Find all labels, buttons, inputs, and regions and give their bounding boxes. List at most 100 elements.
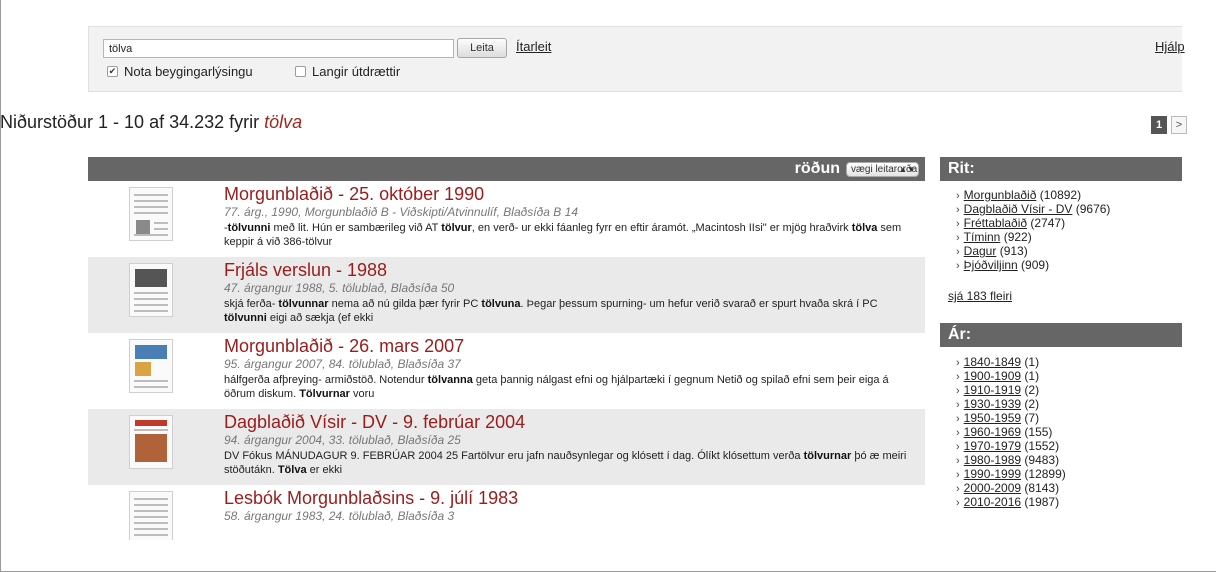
option-inflection[interactable]: ✔ Nota beygingarlýsingu	[107, 64, 253, 79]
facet-link[interactable]: Fréttablaðið	[964, 216, 1027, 230]
facet-count: (2)	[1024, 397, 1040, 411]
results-count: Niðurstöður 1 - 10 af 34.232 fyrir tölva	[0, 112, 302, 133]
snippet-highlight: Tölva	[277, 464, 307, 476]
facet-item: › Tíminn (922)	[956, 231, 1182, 245]
snippet-highlight: tölvunni	[224, 312, 267, 324]
facet-link[interactable]: 1990-1999	[964, 467, 1021, 481]
result-snippet: skjá ferða- tölvunnar nema að nú gilda þ…	[224, 297, 914, 325]
result-title[interactable]: Morgunblaðið - 25. október 1990	[224, 184, 484, 205]
results-list: Morgunblaðið - 25. október 1990 77. árg.…	[88, 181, 925, 540]
chevron-right-icon: ›	[956, 371, 960, 383]
facet-item: › 1980-1989 (9483)	[956, 454, 1182, 468]
help-link[interactable]: Hjálp	[1155, 39, 1185, 54]
facet-count: (1)	[1024, 355, 1040, 369]
chevron-right-icon: ›	[956, 497, 960, 509]
snippet-highlight: tölvunnar	[278, 298, 329, 310]
facet-item: › 1970-1979 (1552)	[956, 440, 1182, 454]
facet-link[interactable]: Dagblaðið Vísir - DV	[964, 202, 1073, 216]
facet-link[interactable]: Morgunblaðið	[964, 188, 1037, 202]
long-excerpts-checkbox[interactable]	[295, 66, 306, 77]
result-row: Frjáls verslun - 1988 47. árgangur 1988,…	[88, 257, 925, 333]
facet-list-publications: › Morgunblaðið (10892) › Dagblaðið Vísir - …	[940, 181, 1182, 273]
chevron-right-icon: ›	[956, 232, 960, 244]
show-more-link[interactable]: sjá 183 fleiri	[940, 273, 1182, 303]
facet-item: › 1960-1969 (155)	[956, 426, 1182, 440]
search-input[interactable]	[103, 39, 454, 58]
page-current[interactable]: 1	[1151, 116, 1167, 134]
sort-select[interactable]: vægi leitarorða ▲▼	[846, 162, 919, 177]
result-row: Morgunblaðið - 25. október 1990 77. árg.…	[88, 181, 925, 257]
facet-link[interactable]: Tíminn	[964, 230, 1001, 244]
result-snippet: hálfgerða afþreying- armiðstöð. Notendur…	[224, 373, 914, 401]
facet-item: › 1950-1959 (7)	[956, 412, 1182, 426]
option-long-excerpts[interactable]: Langir útdrættir	[295, 64, 400, 79]
facet-link[interactable]: 1980-1989	[964, 453, 1021, 467]
snippet-text: með lit. Hún er sambærileg við AT	[270, 222, 442, 234]
facet-count: (12899)	[1024, 467, 1066, 481]
chevron-right-icon: ›	[956, 190, 960, 202]
facet-link[interactable]: 1930-1939	[964, 397, 1021, 411]
facet-link[interactable]: Þjóðviljinn	[964, 258, 1018, 272]
chevron-right-icon: ›	[956, 441, 960, 453]
results-search-term: tölva	[264, 112, 303, 132]
snippet-text: hálfgerða afþreying- armiðstöð. Notendur	[224, 374, 428, 386]
result-title[interactable]: Lesbók Morgunblaðsins - 9. júlí 1983	[224, 488, 518, 509]
facet-link[interactable]: Dagur	[964, 244, 997, 258]
snippet-highlight: Tölvurnar	[299, 388, 350, 400]
search-bar: Leita Ítarleit Hjálp ✔ Nota beygingarlýs…	[88, 26, 1185, 92]
facet-count: (922)	[1003, 230, 1032, 244]
result-row: Dagblaðið Vísir - DV - 9. febrúar 2004 9…	[88, 409, 925, 485]
inflection-label: Nota beygingarlýsingu	[124, 64, 253, 79]
facet-item: › 2000-2009 (8143)	[956, 482, 1182, 496]
facet-item: › 1930-1939 (2)	[956, 398, 1182, 412]
facet-link[interactable]: 1950-1959	[964, 411, 1021, 425]
snippet-highlight: tölvur	[441, 222, 472, 234]
facet-link[interactable]: 1910-1919	[964, 383, 1021, 397]
result-meta: 58. árgangur 1983, 24. tölublað, Blaðsíð…	[224, 509, 455, 523]
facet-list-years: › 1840-1849 (1) › 1900-1909 (1) › 1910-1919 (…	[940, 347, 1182, 510]
chevron-right-icon: ›	[956, 455, 960, 467]
result-title[interactable]: Morgunblaðið - 26. mars 2007	[224, 336, 464, 357]
snippet-highlight: tölvuna	[481, 298, 521, 310]
select-arrows-icon: ▲▼	[899, 165, 915, 174]
facet-item: › 1840-1849 (1)	[956, 356, 1182, 370]
facet-count: (1552)	[1024, 439, 1060, 453]
search-button[interactable]: Leita	[457, 38, 507, 58]
result-thumbnail[interactable]	[129, 491, 173, 540]
facet-link[interactable]: 1900-1909	[964, 369, 1021, 383]
facet-link[interactable]: 1840-1849	[964, 355, 1021, 369]
advanced-search-link[interactable]: Ítarleit	[516, 39, 551, 54]
facet-title-publications: Rit:	[940, 157, 1182, 181]
facet-count: (2)	[1024, 383, 1040, 397]
facet-link[interactable]: 2010-2016	[964, 495, 1021, 509]
inflection-checkbox[interactable]: ✔	[107, 66, 118, 77]
snippet-text: nema að nú gilda þær fyrir PC	[328, 298, 482, 310]
result-title[interactable]: Dagblaðið Vísir - DV - 9. febrúar 2004	[224, 412, 525, 433]
snippet-text: DV Fókus MÁNUDAGUR 9. FEBRÚAR 2004 25 Fa…	[224, 450, 804, 462]
facet-item: › Dagur (913)	[956, 245, 1182, 259]
result-meta: 77. árg., 1990, Morgunblaðið B - Viðskip…	[224, 205, 578, 219]
result-row: Morgunblaðið - 26. mars 2007 95. árgangu…	[88, 333, 925, 409]
facet-count: (1)	[1024, 369, 1040, 383]
facet-title-years: Ár:	[940, 323, 1182, 347]
page-next-button[interactable]: >	[1171, 116, 1187, 134]
result-thumbnail[interactable]	[129, 415, 173, 469]
facet-item: › 1990-1999 (12899)	[956, 468, 1182, 482]
result-thumbnail[interactable]	[129, 187, 173, 241]
result-snippet: DV Fókus MÁNUDAGUR 9. FEBRÚAR 2004 25 Fa…	[224, 449, 914, 477]
chevron-right-icon: ›	[956, 218, 960, 230]
facet-link[interactable]: 1960-1969	[964, 425, 1021, 439]
result-meta: 47. árgangur 1988, 5. tölublað, Blaðsíða…	[224, 281, 455, 295]
result-meta: 95. árgangur 2007, 84. tölublað, Blaðsíð…	[224, 357, 461, 371]
sort-label: röðun	[794, 160, 840, 177]
facet-item: › 1910-1919 (2)	[956, 384, 1182, 398]
facet-link[interactable]: 1970-1979	[964, 439, 1021, 453]
chevron-right-icon: ›	[956, 260, 960, 272]
facet-link[interactable]: 2000-2009	[964, 481, 1021, 495]
result-thumbnail[interactable]	[129, 263, 173, 317]
result-title[interactable]: Frjáls verslun - 1988	[224, 260, 387, 281]
result-thumbnail[interactable]	[129, 339, 173, 393]
facet-count: (2747)	[1030, 216, 1066, 230]
facet-item: › Fréttablaðið (2747)	[956, 217, 1182, 231]
facet-item: › 2010-2016 (1987)	[956, 496, 1182, 510]
